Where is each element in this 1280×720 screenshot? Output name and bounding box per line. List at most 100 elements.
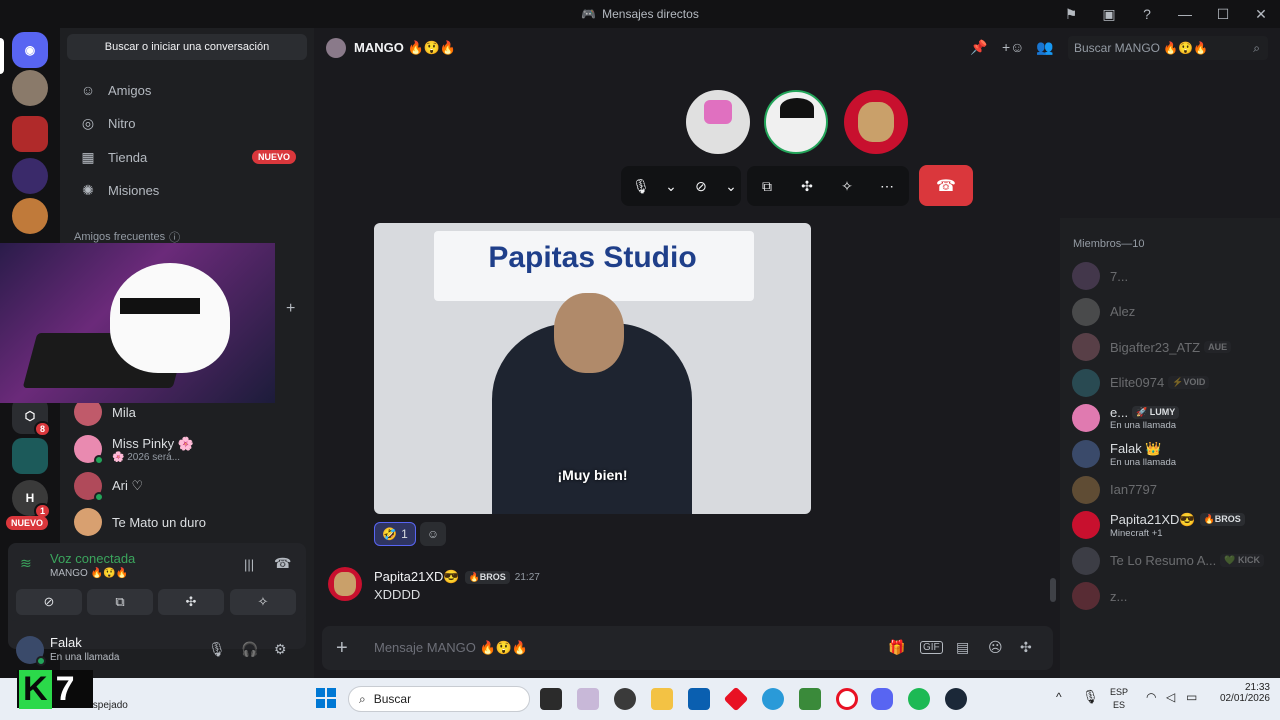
member-item[interactable]: Bigafter23_ATZ AUE	[1072, 331, 1272, 363]
dm-item[interactable]: Miss Pinky 🌸 🌸 2026 será...	[68, 432, 306, 466]
clock[interactable]: 21:33 02/01/2026	[1220, 682, 1270, 704]
server-avatar-green[interactable]	[12, 438, 48, 474]
message-composer[interactable]: + Mensaje MANGO 🔥😲🔥 🎁 GIF ▤ ☹ ✣	[322, 626, 1053, 670]
members-icon[interactable]: 👥	[1036, 39, 1053, 56]
gif-subtitle: ¡Muy bien!	[557, 467, 628, 483]
camera-off-button[interactable]: ⊘	[16, 589, 82, 615]
call-participant-avatar[interactable]	[686, 90, 750, 154]
chevron-down-icon[interactable]: ⌄	[661, 178, 681, 195]
shop-icon: ▦	[81, 148, 95, 165]
disconnect-icon[interactable]: ☎	[274, 555, 291, 572]
server-avatar-2[interactable]	[12, 116, 48, 152]
user-avatar[interactable]	[16, 636, 46, 666]
add-reaction-button[interactable]: ☺	[420, 522, 446, 546]
screen-share-icon[interactable]: ⧉	[747, 178, 787, 195]
server-avatar-4[interactable]	[12, 198, 48, 234]
chevron-up-icon[interactable]: ^	[1056, 690, 1062, 704]
message-author-avatar[interactable]	[328, 567, 362, 601]
server-avatar-h[interactable]: H 1	[12, 480, 51, 519]
member-item[interactable]: z...	[1072, 580, 1272, 612]
member-name: Elite0974	[1110, 375, 1165, 391]
chevron-down-icon[interactable]: ⌄	[721, 178, 741, 195]
activities-button[interactable]: ✣	[158, 589, 224, 615]
call-participant-avatar[interactable]	[764, 90, 828, 154]
home-discord-icon[interactable]: ◉	[12, 32, 48, 68]
message-input[interactable]: Mensaje MANGO 🔥😲🔥	[374, 640, 528, 656]
store-icon[interactable]	[688, 688, 710, 710]
microphone-icon[interactable]: 🎙	[621, 178, 661, 195]
app-icon[interactable]	[577, 688, 599, 710]
member-item[interactable]: Falak 👑 En una llamada	[1072, 438, 1272, 470]
nav-nitro[interactable]: ◎ Nitro	[68, 107, 306, 139]
task-view-icon[interactable]	[540, 688, 562, 710]
member-item[interactable]: Papita21XD😎 🔥BROS Minecraft +1	[1072, 509, 1272, 541]
add-attachment-icon[interactable]: +	[336, 637, 348, 660]
inbox-flag-icon[interactable]: ⚑	[1052, 0, 1090, 28]
edge-icon[interactable]	[762, 688, 784, 710]
call-participant-avatar[interactable]	[844, 90, 908, 154]
hang-up-button[interactable]: ☎	[919, 165, 973, 206]
member-item[interactable]: Te Lo Resumo A... 💚 KICK	[1072, 545, 1272, 577]
dm-item[interactable]: Te Mato un duro	[68, 505, 306, 539]
apps-icon[interactable]: ✣	[1020, 639, 1032, 656]
minimize-button[interactable]: —	[1166, 0, 1204, 28]
channel-search-input[interactable]: Buscar MANGO 🔥😲🔥 ⌕	[1068, 36, 1268, 60]
nitro-icon: ◎	[81, 114, 95, 131]
sticker-icon[interactable]: ▤	[956, 639, 969, 656]
nav-quests[interactable]: ✺ Misiones	[68, 174, 306, 206]
wifi-icon[interactable]: ◠	[1146, 690, 1156, 704]
gif-icon[interactable]: GIF	[920, 641, 943, 654]
microphone-icon[interactable]: 🎙	[1082, 689, 1099, 705]
add-friends-icon[interactable]: +☺	[1002, 39, 1024, 55]
opera-icon[interactable]	[836, 688, 858, 710]
server-avatar-1[interactable]	[12, 70, 48, 106]
server-avatar-3[interactable]	[12, 158, 48, 194]
microphone-icon[interactable]: 🎙	[208, 641, 226, 658]
app-icon[interactable]	[723, 686, 749, 712]
language-indicator[interactable]: ESP ES	[1110, 686, 1128, 712]
gift-icon[interactable]: 🎁	[888, 639, 905, 656]
find-conversation-button[interactable]: Buscar o iniciar una conversación	[67, 34, 307, 60]
soundboard-icon[interactable]: ✧	[827, 178, 867, 195]
avatar	[1072, 262, 1100, 290]
share-screen-button[interactable]: ⧉	[87, 589, 153, 615]
reaction-button[interactable]: 🤣 1	[374, 522, 416, 546]
chat-scrollbar[interactable]	[1050, 578, 1056, 602]
member-item[interactable]: Alez	[1072, 296, 1272, 328]
headphones-icon[interactable]: 🎧	[241, 641, 258, 658]
author-name[interactable]: Papita21XD😎	[374, 569, 460, 585]
gif-embed[interactable]: Papitas Studio ¡Muy bien!	[374, 223, 811, 514]
pinned-icon[interactable]: 📌	[970, 39, 987, 56]
discord-icon[interactable]	[871, 688, 893, 710]
member-item[interactable]: Elite0974 ⚡VOID	[1072, 367, 1272, 399]
channel-header: MANGO 🔥😲🔥 📌 +☺ 👥 Buscar MANGO 🔥😲🔥 ⌕	[314, 28, 1280, 68]
soundboard-wave-icon[interactable]: |||	[244, 557, 254, 572]
dm-item[interactable]: Ari ♡	[68, 469, 306, 503]
soundboard-button[interactable]: ✧	[230, 589, 296, 615]
minecraft-icon[interactable]	[799, 688, 821, 710]
settings-gear-icon[interactable]: ⚙	[274, 641, 287, 658]
nav-shop[interactable]: ▦ Tienda NUEVO	[68, 141, 306, 173]
volume-icon[interactable]: ◁	[1166, 690, 1175, 704]
help-icon[interactable]: ?	[1128, 0, 1166, 28]
add-dm-icon[interactable]: +	[286, 300, 295, 318]
nav-friends[interactable]: ☺ Amigos	[68, 74, 306, 106]
inbox-icon[interactable]: ▣	[1090, 0, 1128, 28]
server-avatar-hex[interactable]: ⬡ 8	[12, 398, 51, 437]
camera-off-icon[interactable]: ⊘	[681, 178, 721, 195]
member-item[interactable]: Ian7797	[1072, 474, 1272, 506]
taskbar-search[interactable]: ⌕ Buscar	[348, 686, 530, 712]
spotify-icon[interactable]	[908, 688, 930, 710]
battery-icon[interactable]: ▭	[1186, 690, 1197, 704]
steam-icon[interactable]	[945, 688, 967, 710]
app-icon[interactable]	[614, 688, 636, 710]
maximize-button[interactable]: ☐	[1204, 0, 1242, 28]
file-explorer-icon[interactable]	[651, 688, 673, 710]
member-item[interactable]: e... 🚀 LUMY En una llamada	[1072, 402, 1272, 434]
close-button[interactable]: ✕	[1242, 0, 1280, 28]
activities-icon[interactable]: ✣	[787, 178, 827, 195]
windows-start-icon[interactable]	[316, 688, 336, 708]
more-options-icon[interactable]: ⋯	[867, 178, 907, 195]
emoji-icon[interactable]: ☹	[988, 639, 1003, 656]
member-item[interactable]: 7...	[1072, 260, 1272, 292]
